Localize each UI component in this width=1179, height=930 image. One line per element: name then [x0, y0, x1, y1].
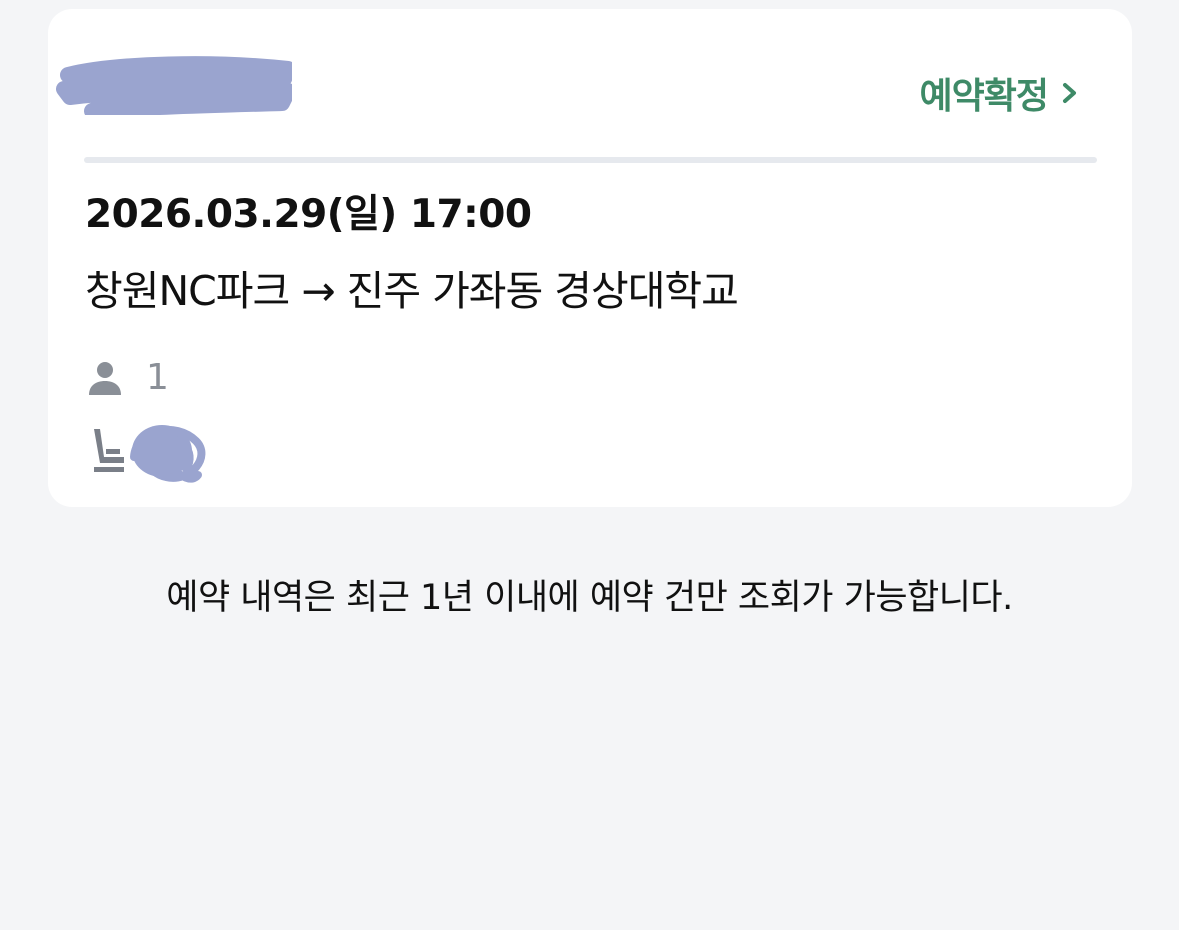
reservation-status-label: 예약확정 [919, 76, 1049, 117]
reservation-history-page: 예약확정 2026.03.29(일) 17:00 창원NC파크 → 진주 가좌동… [0, 0, 1179, 930]
passenger-info: 1 [86, 354, 169, 402]
redacted-seat-scribble [130, 425, 206, 483]
reservation-route: 창원NC파크 → 진주 가좌동 경상대학교 [85, 267, 739, 315]
person-icon [89, 362, 121, 395]
passenger-count: 1 [146, 357, 169, 398]
card-divider [84, 157, 1097, 163]
redacted-name-scribble [56, 56, 292, 115]
chevron-right-icon [1063, 83, 1076, 103]
reservation-datetime: 2026.03.29(일) 17:00 [85, 192, 532, 237]
seat-icon [94, 429, 124, 472]
reservation-status-link[interactable]: 예약확정 [920, 67, 1080, 119]
history-notice: 예약 내역은 최근 1년 이내에 예약 건만 조회가 가능합니다. [166, 578, 1013, 618]
card-header: 예약확정 [48, 9, 1132, 154]
reservation-card[interactable]: 예약확정 2026.03.29(일) 17:00 창원NC파크 → 진주 가좌동… [48, 9, 1132, 507]
seat-info [86, 417, 216, 487]
